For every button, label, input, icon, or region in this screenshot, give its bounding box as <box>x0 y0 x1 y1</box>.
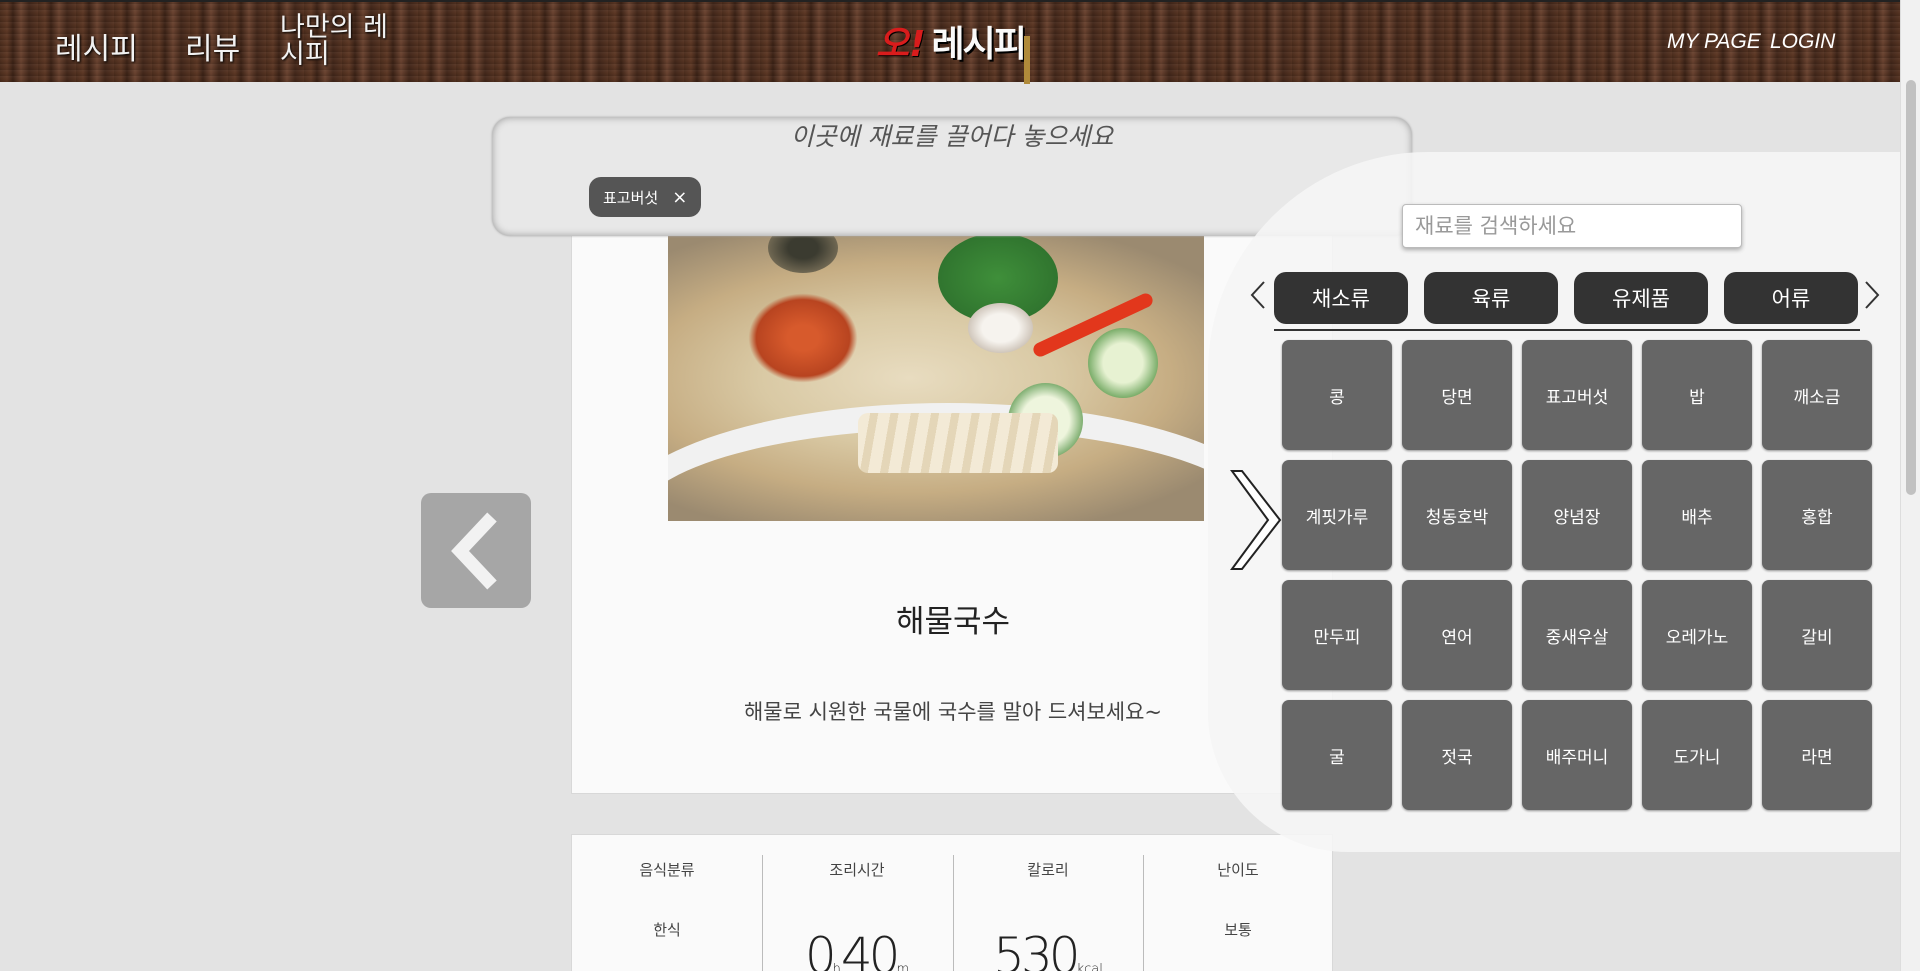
recipe-image[interactable] <box>668 223 1204 521</box>
time-label: 조리시간 <box>829 861 885 879</box>
category-meat[interactable]: 육류 <box>1424 272 1558 324</box>
ingredient-tile[interactable]: 깨소금 <box>1762 340 1872 450</box>
logo-text: 레시피 <box>931 24 1027 65</box>
ingredient-tile[interactable]: 청동호박 <box>1402 460 1512 570</box>
category-fish[interactable]: 어류 <box>1724 272 1858 324</box>
ingredient-tile[interactable]: 오레가노 <box>1642 580 1752 690</box>
ingredient-tile[interactable]: 연어 <box>1402 580 1512 690</box>
ingredient-tile[interactable]: 콩 <box>1282 340 1392 450</box>
ingredient-tile[interactable]: 계핏가루 <box>1282 460 1392 570</box>
dropzone-hint: 이곳에 재료를 끌어다 놓으세요 <box>790 122 1114 151</box>
ingredient-chip[interactable]: 표고버섯 × <box>589 177 702 217</box>
calorie-label: 칼로리 <box>1027 861 1069 879</box>
category-label: 음식분류 <box>639 861 695 879</box>
info-time: 조리시간 0h40m <box>762 835 952 971</box>
difficulty-label: 난이도 <box>1217 861 1259 879</box>
mypage-link[interactable]: MY PAGE <box>1667 30 1761 54</box>
ingredient-tile[interactable]: 밥 <box>1642 340 1752 450</box>
chopstick-decoration <box>1024 36 1030 84</box>
category-dairy[interactable]: 유제품 <box>1574 272 1708 324</box>
chevron-left-icon[interactable] <box>1250 280 1266 310</box>
nav-my-recipe[interactable]: 나만의 레시피 <box>280 14 390 68</box>
prev-recipe-button[interactable] <box>421 493 531 608</box>
time-value: 0h40m <box>804 927 910 971</box>
chip-label: 표고버섯 <box>603 188 659 207</box>
site-logo[interactable]: 오! 레시피 <box>876 18 1030 84</box>
calorie-value: 530kcal <box>993 927 1103 971</box>
ingredient-tile[interactable]: 양념장 <box>1522 460 1632 570</box>
recipe-info-bar: 음식분류 한식 조리시간 0h40m 칼로리 530kcal 난이도 보통 <box>571 834 1333 971</box>
category-value: 한식 <box>653 921 681 939</box>
ingredient-tile[interactable]: 배주머니 <box>1522 700 1632 810</box>
difficulty-value: 보통 <box>1224 921 1252 939</box>
category-vegetable[interactable]: 채소류 <box>1274 272 1408 324</box>
close-icon[interactable]: × <box>672 187 687 208</box>
info-category: 음식분류 한식 <box>572 835 762 971</box>
page-scrollbar[interactable] <box>1900 0 1920 971</box>
ingredient-tile[interactable]: 굴 <box>1282 700 1392 810</box>
ingredient-tile[interactable]: 중새우살 <box>1522 580 1632 690</box>
login-link[interactable]: LOGIN <box>1770 30 1835 54</box>
info-calorie: 칼로리 530kcal <box>953 835 1143 971</box>
nav-review[interactable]: 리뷰 <box>185 24 240 68</box>
logo-o: 오! <box>876 24 926 65</box>
ingredient-tile[interactable]: 표고버섯 <box>1522 340 1632 450</box>
ingredient-tile[interactable]: 라면 <box>1762 700 1872 810</box>
nav-recipe[interactable]: 레시피 <box>55 24 138 68</box>
category-underline <box>1274 329 1860 331</box>
ingredient-tile[interactable]: 만두피 <box>1282 580 1392 690</box>
chevron-right-icon[interactable] <box>1228 467 1284 573</box>
top-header: 레시피 리뷰 나만의 레시피 오! 레시피 MY PAGE LOGIN <box>0 0 1900 84</box>
chevron-right-icon[interactable] <box>1864 280 1880 310</box>
ingredient-tile[interactable]: 배추 <box>1642 460 1752 570</box>
scrollbar-thumb[interactable] <box>1906 80 1916 495</box>
ingredient-tile[interactable]: 도가니 <box>1642 700 1752 810</box>
chevron-left-icon <box>451 512 497 589</box>
info-difficulty: 난이도 보통 <box>1143 835 1333 971</box>
ingredient-tile[interactable]: 당면 <box>1402 340 1512 450</box>
ingredient-tile[interactable]: 갈비 <box>1762 580 1872 690</box>
ingredient-tile[interactable]: 홍합 <box>1762 460 1872 570</box>
ingredient-tile[interactable]: 젓국 <box>1402 700 1512 810</box>
ingredient-search-input[interactable] <box>1402 204 1742 248</box>
